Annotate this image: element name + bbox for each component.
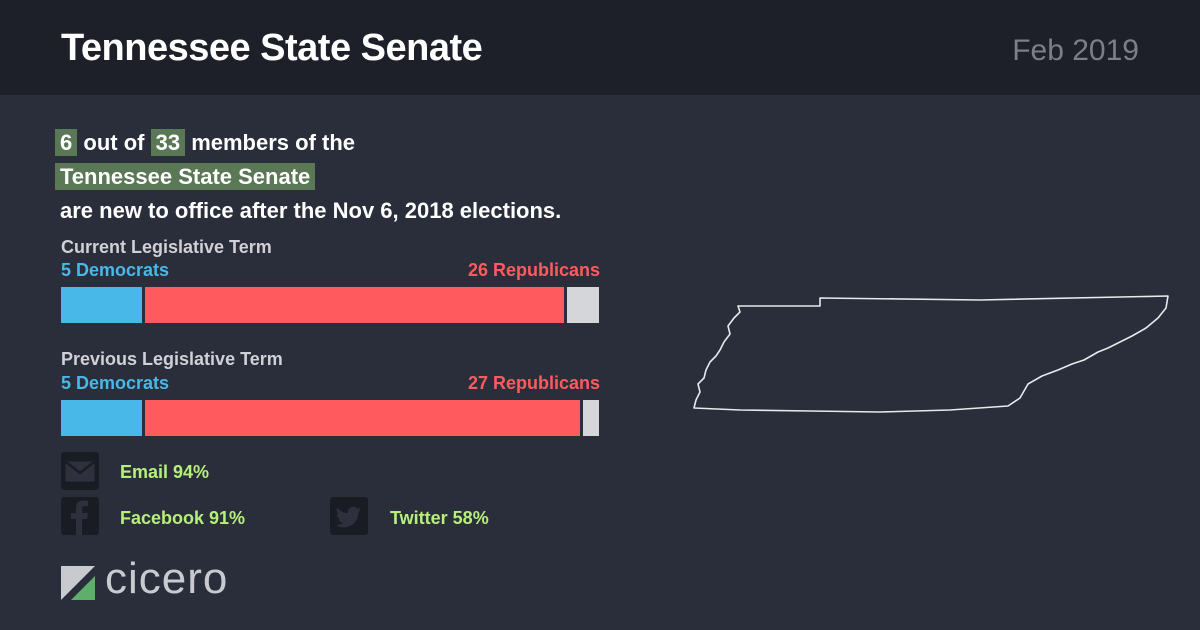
cicero-logo: cicero bbox=[61, 554, 271, 604]
headline-line-1: 6 out of 33 members of the bbox=[55, 126, 561, 160]
previous-term-bar bbox=[61, 400, 599, 436]
current-other-segment bbox=[566, 287, 599, 323]
current-term-bar bbox=[61, 287, 599, 323]
members-text: members of the bbox=[191, 130, 356, 155]
current-term-label: Current Legislative Term bbox=[61, 237, 272, 257]
date-label: Feb 2019 bbox=[1012, 34, 1139, 67]
previous-dem-label: 5 Democrats bbox=[61, 373, 170, 393]
total-count: 33 bbox=[150, 129, 186, 156]
page-title: Tennessee State Senate bbox=[61, 27, 483, 69]
twitter-icon bbox=[330, 497, 368, 535]
twitter-stat: Twitter 58% bbox=[390, 508, 489, 528]
headline-suffix: are new to office after the Nov 6, 2018 … bbox=[60, 198, 562, 223]
current-rep-label: 26 Republicans bbox=[467, 260, 600, 280]
chamber-name: Tennessee State Senate bbox=[55, 163, 316, 190]
current-dem-label: 5 Democrats bbox=[61, 260, 170, 280]
previous-rep-segment bbox=[144, 400, 580, 436]
current-rep-segment bbox=[144, 287, 564, 323]
tennessee-map bbox=[693, 295, 1169, 413]
new-count: 6 bbox=[55, 129, 78, 156]
headline-line-3: are new to office after the Nov 6, 2018 … bbox=[55, 194, 561, 228]
cicero-logo-text: cicero bbox=[105, 554, 229, 603]
headline: 6 out of 33 members of the Tennessee Sta… bbox=[55, 126, 561, 228]
facebook-icon bbox=[61, 497, 99, 535]
email-icon bbox=[61, 452, 99, 490]
out-of-text: out of bbox=[83, 130, 145, 155]
tennessee-outline bbox=[693, 295, 1169, 413]
previous-term-label: Previous Legislative Term bbox=[61, 349, 283, 369]
current-dem-segment bbox=[61, 287, 142, 323]
previous-other-segment bbox=[582, 400, 599, 436]
previous-dem-segment bbox=[61, 400, 142, 436]
previous-rep-label: 27 Republicans bbox=[467, 373, 600, 393]
header-bar: Tennessee State Senate Feb 2019 bbox=[0, 0, 1200, 95]
headline-line-2: Tennessee State Senate bbox=[55, 160, 561, 194]
facebook-stat: Facebook 91% bbox=[120, 508, 246, 528]
cicero-logo-mark bbox=[61, 566, 95, 600]
email-stat: Email 94% bbox=[120, 462, 210, 482]
